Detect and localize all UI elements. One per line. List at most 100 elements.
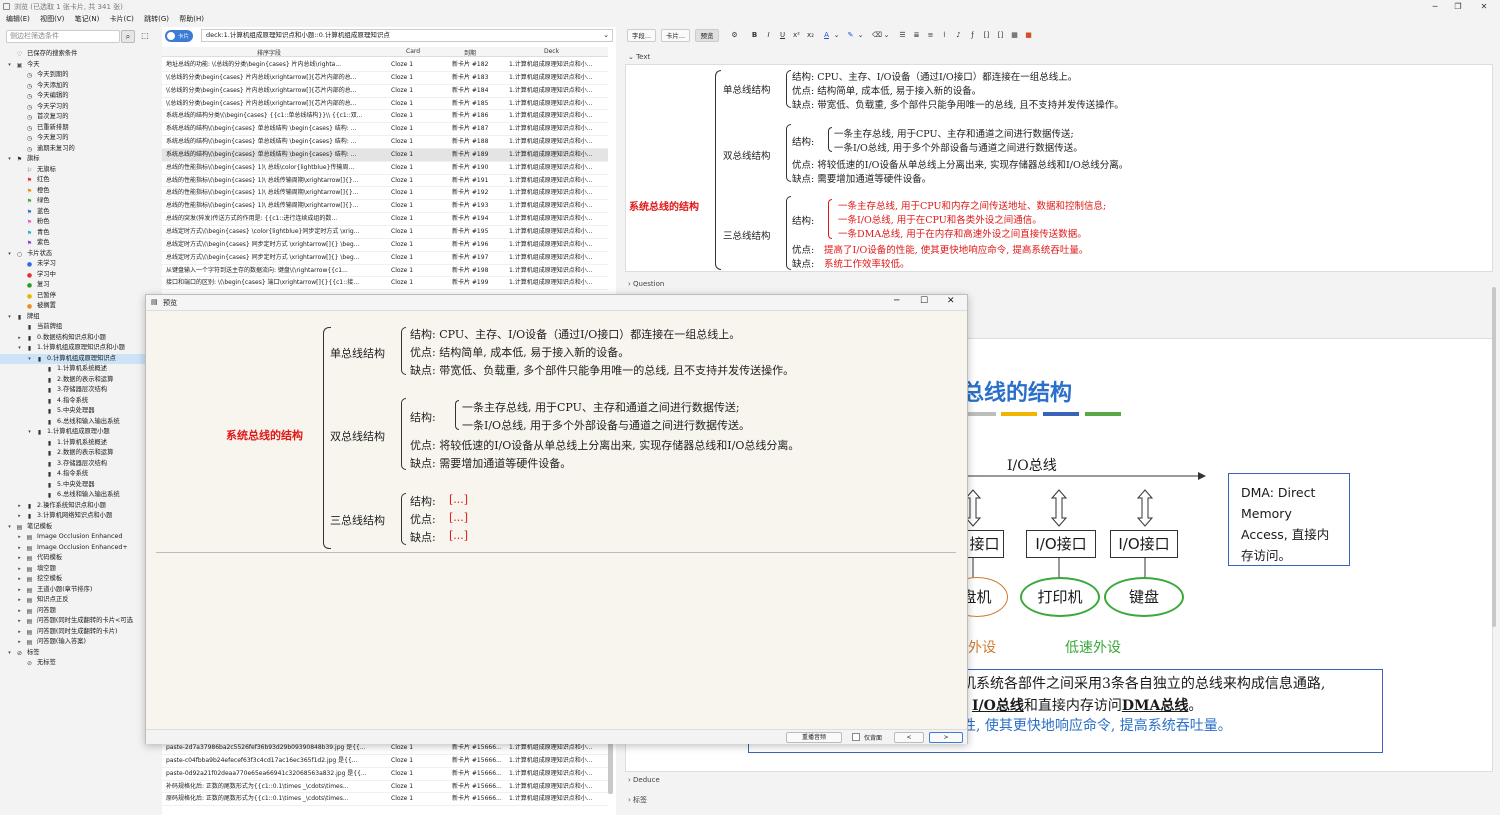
chevron-right-icon[interactable]: ▸ [16,553,23,564]
sidebar-item[interactable]: ▸ ▮ 0.数据结构知识点和小题 [0,333,160,344]
chevron-right-icon[interactable]: ▸ [16,501,23,512]
field-label-question[interactable]: › Question [628,280,664,288]
sidebar-item[interactable]: ▸ ▮ 2.操作系统知识点和小题 [0,501,160,512]
replay-audio-button[interactable]: 重播音频 [786,732,842,743]
sidebar-item[interactable]: ⚑ 绿色 [0,196,160,207]
sidebar-item[interactable]: ◷ 今天学习的 [0,102,160,113]
sidebar-item[interactable]: ⚑ 橙色 [0,186,160,197]
cloze-same-icon[interactable]: [] [996,30,1005,41]
sidebar-item[interactable]: ▸ ▤ Image Occlusion Enhanced [0,532,160,543]
table-row[interactable]: 从键盘输入一个字符到送主存的数据流向: 键盘\(\rightarrow{{c1.… [162,265,608,278]
sidebar-item[interactable]: ♡ 已保存的搜索条件 [0,49,160,60]
close-button[interactable]: ✕ [947,296,955,306]
col-sort-field[interactable]: 排序字段 [257,48,281,57]
maximize-button[interactable]: ❐ [1448,1,1468,12]
chevron-down-icon[interactable]: ▾ [6,60,13,71]
align-icon[interactable]: ≡ [926,30,935,41]
maximize-button[interactable]: ☐ [920,296,928,306]
chevron-down-icon[interactable]: ▾ [6,312,13,323]
next-button[interactable]: > [929,732,963,743]
sidebar-item[interactable]: ▸ ▤ 问答题(输入答案) [0,637,160,648]
close-button[interactable]: ✕ [1474,1,1494,12]
chevron-down-icon[interactable]: ▾ [6,522,13,533]
browser-scrollbar[interactable] [608,739,613,794]
sidebar-item[interactable]: ▾ ▮ 1.计算机组成原理知识点和小题 [0,343,160,354]
sidebar-item[interactable]: ▾ ▤ 笔记模板 [0,522,160,533]
chevron-right-icon[interactable]: ▸ [16,543,23,554]
chevron-right-icon[interactable]: ▸ [16,627,23,638]
menu-notes[interactable]: 笔记(N) [75,13,100,26]
sidebar-item[interactable]: ▾ ⚑ 旗标 [0,154,160,165]
sidebar-item[interactable]: ● 被搁置 [0,301,160,312]
sidebar-item[interactable]: ▮ 6.总线和输入输出系统 [0,417,160,428]
chevron-right-icon[interactable]: ▸ [16,574,23,585]
field-label-tags[interactable]: › 标签 [628,795,647,805]
sidebar-item[interactable]: ⚑ 红色 [0,175,160,186]
chevron-down-icon[interactable]: ⌄ [832,30,841,41]
table-row[interactable]: 总线的突发(猝发)传送方式的作用是: {{c1::进行连续成组的数... Cloz… [162,213,608,226]
sidebar-item[interactable]: ▸ ▤ 问答题(同时生成翻转的卡片) [0,627,160,638]
chevron-right-icon[interactable]: ▸ [16,333,23,344]
sidebar-item[interactable]: ▮ 当前牌组 [0,322,160,333]
sidebar-item[interactable]: ▮ 5.中央处理器 [0,480,160,491]
chevron-right-icon[interactable]: ▸ [16,637,23,648]
chevron-down-icon[interactable]: ▾ [6,648,13,659]
table-row[interactable]: \(总线的分类\begin{cases} 片内总线\xrightarrow[]{… [162,72,608,85]
field-label-text[interactable]: ⌄ Text [628,53,650,61]
html-editor-icon[interactable]: ▦ [1010,30,1019,41]
sidebar-item[interactable]: ▮ 2.数据的表示和运算 [0,375,160,386]
microphone-icon[interactable]: ♪ [954,30,963,41]
table-row[interactable]: 接口和端口的区别: \(\begin{cases} 端口\xrightarrow… [162,277,608,291]
sidebar-item[interactable]: ▾ ⊘ 标签 [0,648,160,659]
select-mode-icon[interactable]: ⬚ [138,30,152,43]
sidebar-item[interactable]: ▸ ▤ 知识点正反 [0,595,160,606]
table-row[interactable]: 系统总线的结构分类\(\begin{cases} {{c1::单总线结构}}\\… [162,110,608,124]
fields-button[interactable]: 字段... [627,29,656,42]
sidebar-item[interactable]: ◷ 今天复习的 [0,133,160,144]
browser-search-input[interactable]: deck:1.计算机组成原理知识点和小题::0.计算机组成原理知识点 ⌄ [201,29,613,42]
sidebar-item[interactable]: ▮ 3.存储器层次结构 [0,385,160,396]
table-row[interactable]: \(总线的分类\begin{cases} 片内总线\xrightarrow[]{… [162,98,608,111]
chevron-down-icon[interactable]: ▾ [16,343,23,354]
cards-notes-toggle[interactable]: 卡片 [165,30,193,42]
function-icon[interactable]: ƒ [968,30,977,41]
sidebar-item[interactable]: ▸ ▤ 问答题 [0,606,160,617]
chevron-right-icon[interactable]: ▸ [16,564,23,575]
search-icon[interactable]: ⌕ [121,30,135,43]
attach-icon[interactable]: ⌇ [940,30,949,41]
sidebar-item[interactable]: ◷ 今天添加的 [0,81,160,92]
sidebar-item[interactable]: ◷ 今天编辑的 [0,91,160,102]
addon-icon[interactable]: ■ [1024,30,1033,41]
table-row[interactable]: paste-c04fbba9b24efecef63f3c4cd17ac16ec3… [162,755,608,768]
chevron-down-icon[interactable]: ▾ [6,154,13,165]
sidebar-item[interactable]: ● 未学习 [0,259,160,270]
sidebar-item[interactable]: ▮ 1.计算机系统概述 [0,364,160,375]
sidebar-item[interactable]: ◷ 首次复习的 [0,112,160,123]
gear-icon[interactable]: ⚙ [730,30,739,41]
sidebar-item[interactable]: ⊘ 无标签 [0,658,160,669]
chevron-down-icon[interactable]: ▾ [6,249,13,260]
sidebar-item[interactable]: ◷ 今天到期的 [0,70,160,81]
eraser-icon[interactable]: ⌫ [872,30,882,41]
table-row[interactable]: 总线的性能指标\(\begin{cases} 1)\ 总线传输周期\xright… [162,200,608,214]
sidebar-item[interactable]: ▮ 6.总线和输入输出系统 [0,490,160,501]
sidebar-item[interactable]: ▮ 2.数据的表示和运算 [0,448,160,459]
sidebar-item[interactable]: ▸ ▤ 问答题(同时生成翻转的卡片<可选 [0,616,160,627]
chevron-down-icon[interactable]: ▾ [26,354,33,365]
sidebar-item[interactable]: ▸ ▤ 代码模板 [0,553,160,564]
sidebar-item[interactable]: ⚑ 蓝色 [0,207,160,218]
sidebar-item[interactable]: ▾ ▣ 今天 [0,60,160,71]
menu-help[interactable]: 帮助(H) [179,13,204,26]
table-row[interactable]: 原码规格化后: 正数的尾数形式为{{c1::0.1\times _\cdots\… [162,793,608,807]
bullet-list-icon[interactable]: ☰ [898,30,907,41]
sidebar-item[interactable]: ▾ ▮ 0.计算机组成原理知识点 [0,353,160,365]
text-color-icon[interactable]: A [822,30,831,41]
sidebar-item[interactable]: ▸ ▤ 挖空模板 [0,574,160,585]
sidebar-item[interactable]: ⚐ 无旗标 [0,165,160,176]
sidebar-item[interactable]: ◷ 已重新排期 [0,123,160,134]
chevron-right-icon[interactable]: ▸ [16,511,23,522]
menu-cards[interactable]: 卡片(C) [110,13,134,26]
table-row[interactable]: 总线定时方式\(\begin{cases} 同步定时方式 \xrightarro… [162,239,608,252]
menu-edit[interactable]: 编辑(E) [6,13,30,26]
table-row[interactable]: 总线的性能指标\(\begin{cases} 1)\ 总线传输周期\xright… [162,187,608,201]
